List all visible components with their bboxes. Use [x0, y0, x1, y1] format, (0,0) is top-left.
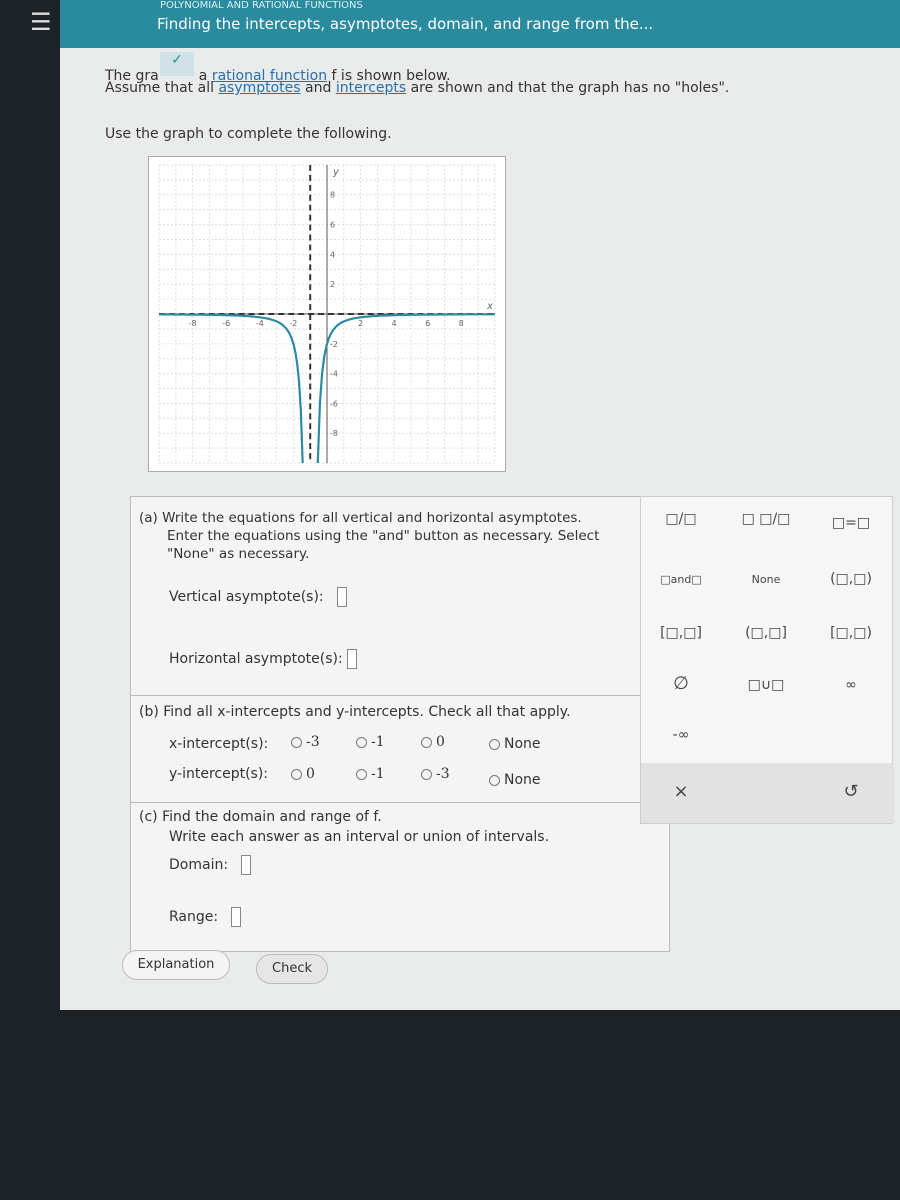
part-c-prompt2: Write each answer as an interval or unio…	[169, 829, 550, 845]
mixed-number-key[interactable]: □ □/□	[731, 511, 801, 527]
none-key[interactable]: None	[731, 573, 801, 586]
header: ☰ POLYNOMIAL AND RATIONAL FUNCTIONS Find…	[30, 0, 900, 48]
question-panel: (a) Write the equations for all vertical…	[130, 496, 671, 952]
y-option-2[interactable]: -1	[356, 766, 385, 782]
open-interval-key[interactable]: (□,□)	[816, 571, 886, 587]
x-tick-label: 6	[425, 319, 430, 328]
y-tick-label: -6	[330, 399, 338, 408]
range-input[interactable]	[231, 907, 242, 927]
vertical-asymptote-row: Vertical asymptote(s):	[169, 587, 347, 607]
x-tick-label: 4	[392, 319, 397, 328]
union-key[interactable]: □∪□	[731, 677, 801, 693]
y-tick-label: -2	[330, 340, 338, 349]
explanation-button[interactable]: Explanation	[122, 950, 230, 980]
asymptotes-link[interactable]: asymptotes	[218, 80, 300, 96]
part-c: (c) Find the domain and range of f. Writ…	[131, 802, 671, 952]
y-tick-label: 6	[330, 221, 335, 230]
y-tick-label: 8	[330, 191, 335, 200]
x-tick-label: -6	[222, 319, 230, 328]
horizontal-asymptote-input[interactable]	[347, 649, 358, 669]
range-row: Range:	[169, 907, 242, 927]
domain-row: Domain:	[169, 855, 252, 875]
x-axis-label: x	[486, 301, 493, 312]
x-tick-label: 8	[459, 319, 464, 328]
hamburger-icon[interactable]: ☰	[30, 8, 52, 36]
x-tick-label: -8	[189, 319, 197, 328]
part-a-prompt: (a) Write the equations for all vertical…	[139, 510, 600, 562]
negative-infinity-key[interactable]: -∞	[646, 727, 716, 743]
check-button[interactable]: Check	[256, 954, 328, 984]
infinity-key[interactable]: ∞	[816, 677, 886, 693]
y-intercept-label: y-intercept(s):	[169, 766, 269, 782]
intro-line2: Assume that all asymptotes and intercept…	[105, 80, 730, 96]
y-tick-label: -8	[330, 429, 338, 438]
math-keypad: □/□ □ □/□ □=□ □and□ None (□,□) [□,□] (□,…	[640, 496, 894, 824]
section-label: POLYNOMIAL AND RATIONAL FUNCTIONS	[160, 0, 363, 11]
part-b: (b) Find all x-intercepts and y-intercep…	[131, 695, 671, 803]
x-tick-label: -4	[256, 319, 264, 328]
and-key[interactable]: □and□	[646, 573, 716, 586]
y-tick-label: -4	[330, 370, 338, 379]
left-open-interval-key[interactable]: (□,□]	[731, 625, 801, 641]
part-c-prompt: (c) Find the domain and range of f.	[139, 809, 382, 825]
y-tick-label: 2	[330, 280, 335, 289]
y-option-none[interactable]: None	[489, 772, 541, 788]
y-option-1[interactable]: 0	[291, 766, 315, 782]
undo-button[interactable]: ↺	[816, 781, 886, 802]
horizontal-asymptote-row: Horizontal asymptote(s):	[169, 649, 358, 669]
part-b-prompt: (b) Find all x-intercepts and y-intercep…	[139, 704, 571, 720]
y-tick-label: 4	[330, 250, 335, 259]
screen: ☰ POLYNOMIAL AND RATIONAL FUNCTIONS Find…	[30, 0, 900, 1010]
x-option-2[interactable]: -1	[356, 734, 385, 750]
domain-input[interactable]	[241, 855, 252, 875]
right-open-interval-key[interactable]: [□,□)	[816, 625, 886, 641]
vertical-asymptote-input[interactable]	[337, 587, 347, 607]
x-intercept-label: x-intercept(s):	[169, 736, 269, 752]
fraction-key[interactable]: □/□	[646, 511, 716, 527]
equals-key[interactable]: □=□	[816, 515, 886, 531]
page-title: Finding the intercepts, asymptotes, doma…	[157, 15, 654, 33]
y-option-3[interactable]: -3	[421, 766, 450, 782]
x-tick-label: -2	[289, 319, 297, 328]
intercepts-link[interactable]: intercepts	[336, 80, 406, 96]
x-option-none[interactable]: None	[489, 736, 541, 752]
closed-interval-key[interactable]: [□,□]	[646, 625, 716, 641]
clear-button[interactable]: ×	[646, 781, 716, 802]
x-tick-label: 2	[358, 319, 363, 328]
y-axis-label: y	[332, 167, 339, 178]
graph: -8 -6 -4 -2 2 4 6 8 8 6 4 2 -2 -4 -6 -8 x y	[148, 156, 506, 472]
x-option-1[interactable]: -3	[291, 734, 320, 750]
instruction: Use the graph to complete the following.	[105, 126, 392, 142]
empty-set-key[interactable]: ∅	[646, 673, 716, 694]
x-option-3[interactable]: 0	[421, 734, 445, 750]
keypad-action-row: × ↺	[641, 763, 894, 823]
